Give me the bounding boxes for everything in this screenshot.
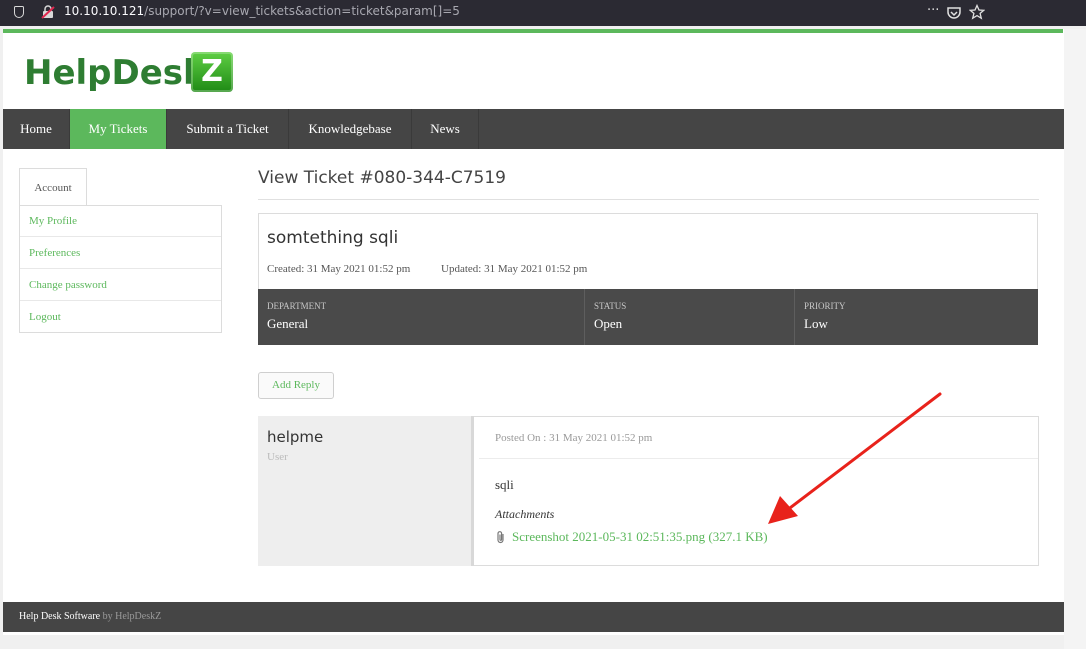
pocket-icon[interactable]: [946, 5, 962, 21]
sidebar-item-my-profile[interactable]: My Profile: [20, 206, 221, 237]
sidebar-item-preferences[interactable]: Preferences: [20, 238, 221, 269]
post-date: Posted On : 31 May 2021 01:52 pm: [495, 432, 653, 444]
meta-label: DEPARTMENT: [267, 301, 327, 311]
add-reply-button[interactable]: Add Reply: [258, 372, 334, 399]
meta-value: Open: [594, 316, 623, 331]
footer-text: Help Desk Software: [19, 611, 101, 622]
tracking-shield-icon[interactable]: [14, 6, 24, 18]
nav-knowledgebase[interactable]: Knowledgebase: [289, 109, 412, 149]
post-author: helpme: [267, 428, 324, 446]
url-host: 10.10.10.121: [64, 4, 145, 18]
meta-value: Low: [804, 316, 828, 331]
meta-status: STATUS Open: [584, 289, 794, 345]
logo-text: HelpDesk: [24, 53, 206, 93]
scroll-gutter: [1064, 29, 1086, 649]
paperclip-icon: [497, 531, 504, 544]
sidebar-item-change-password[interactable]: Change password: [20, 270, 221, 301]
ticket-created: Created: 31 May 2021 01:52 pm: [267, 263, 411, 275]
tab-account[interactable]: Account: [19, 168, 87, 206]
logo-badge: Z: [191, 52, 233, 92]
sidebar-item-logout[interactable]: Logout: [20, 302, 221, 333]
ticket-meta-bar: DEPARTMENT General STATUS Open PRIORITY …: [258, 289, 1038, 345]
title-divider: [258, 199, 1039, 200]
address-text[interactable]: 10.10.10.121/support/?v=view_tickets&act…: [64, 4, 460, 18]
meta-value: General: [267, 316, 309, 331]
nav-submit-ticket[interactable]: Submit a Ticket: [167, 109, 289, 149]
account-menu: My Profile Preferences Change password L…: [19, 205, 222, 333]
page-title: View Ticket #080-344-C7519: [258, 168, 506, 188]
annotation-arrow-icon: [768, 392, 942, 524]
insecure-lock-icon[interactable]: [40, 4, 56, 20]
browser-url-bar[interactable]: 10.10.10.121/support/?v=view_tickets&act…: [0, 0, 1086, 26]
attachments-label: Attachments: [495, 507, 555, 521]
meta-label: PRIORITY: [804, 301, 846, 311]
meta-label: STATUS: [594, 301, 627, 311]
page-actions-menu-icon[interactable]: ···: [927, 3, 939, 18]
post-message: sqli: [495, 477, 514, 492]
accent-top-line: [3, 29, 1063, 33]
attachment-link[interactable]: Screenshot 2021-05-31 02:51:35.png (327.…: [512, 529, 768, 545]
main-nav: Home My Tickets Submit a Ticket Knowledg…: [3, 109, 1064, 149]
nav-home[interactable]: Home: [3, 109, 70, 149]
post-divider: [479, 458, 1038, 459]
page-footer: Help Desk Software by HelpDeskZ: [3, 602, 1064, 632]
url-path: /support/?v=view_tickets&action=ticket&p…: [144, 4, 460, 18]
ticket-updated: Updated: 31 May 2021 01:52 pm: [441, 263, 588, 275]
nav-news[interactable]: News: [412, 109, 479, 149]
nav-my-tickets[interactable]: My Tickets: [70, 109, 167, 149]
meta-priority: PRIORITY Low: [794, 289, 1039, 345]
post-author-role: User: [267, 451, 288, 463]
ticket-subject: somtething sqli: [267, 228, 399, 248]
footer-credit: Help Desk Software by HelpDeskZ: [19, 611, 161, 622]
meta-department: DEPARTMENT General: [258, 289, 584, 345]
bookmark-star-icon[interactable]: [969, 4, 985, 20]
footer-by-link[interactable]: by HelpDeskZ: [103, 611, 162, 622]
